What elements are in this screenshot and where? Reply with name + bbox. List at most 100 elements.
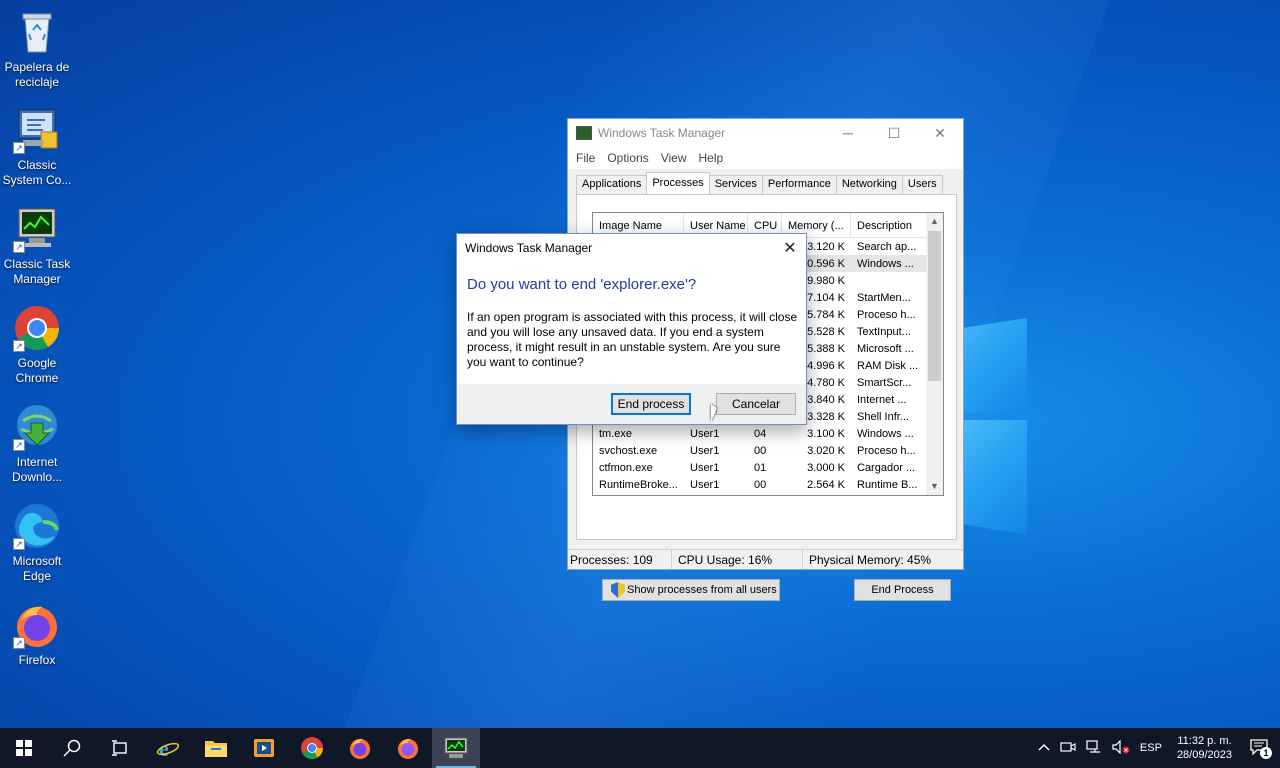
- table-row[interactable]: ctfmon.exe User1 01 3.000 K Cargador ...: [593, 459, 943, 476]
- uac-shield-icon: [611, 582, 625, 598]
- menu-options[interactable]: Options: [601, 151, 654, 165]
- table-row[interactable]: RuntimeBroke... User1 00 2.564 K Runtime B..…: [593, 476, 943, 493]
- cell-description: Microsoft ...: [857, 342, 914, 355]
- menu-bar: File Options View Help: [568, 147, 963, 169]
- cell-description: Proceso h...: [857, 444, 916, 457]
- taskbar-file-explorer[interactable]: [192, 728, 240, 768]
- internet-explorer-icon: e: [156, 736, 180, 760]
- cancel-button[interactable]: Cancelar: [716, 393, 796, 415]
- end-process-button[interactable]: End Process: [854, 579, 951, 601]
- scroll-up-icon[interactable]: ▲: [926, 213, 943, 230]
- tab-performance[interactable]: Performance: [761, 175, 837, 194]
- show-all-processes-button[interactable]: Show processes from all users: [602, 579, 780, 601]
- tray-language[interactable]: ESP: [1135, 742, 1167, 754]
- desktop-icon-label: Firefox: [18, 653, 56, 667]
- table-row[interactable]: tm.exe User1 04 3.100 K Windows ...: [593, 425, 943, 442]
- taskbar-firefox-2[interactable]: [384, 728, 432, 768]
- cell-description: Runtime B...: [857, 478, 918, 491]
- desktop-icon-firefox[interactable]: ↗ Firefox: [2, 601, 72, 668]
- tab-applications[interactable]: Applications: [576, 175, 648, 194]
- cell-image-name: tm.exe: [599, 427, 633, 440]
- tray-meet-now[interactable]: [1055, 740, 1081, 757]
- task-manager-icon: [576, 126, 592, 140]
- end-process-dialog: Windows Task Manager ✕ Do you want to en…: [456, 233, 807, 425]
- end-process-confirm-button[interactable]: End process: [611, 393, 691, 415]
- taskbar-internet-explorer[interactable]: e: [144, 728, 192, 768]
- tab-processes[interactable]: Processes: [646, 172, 710, 194]
- status-processes: Processes: 109: [568, 550, 672, 569]
- desktop-icon-classic-system-control[interactable]: ↗ Classic System Co...: [2, 106, 72, 188]
- close-button[interactable]: ✕: [917, 119, 963, 147]
- show-hidden-icons-button[interactable]: [1033, 742, 1055, 754]
- idm-icon: ↗: [13, 403, 61, 451]
- cell-description: Search ap...: [857, 240, 917, 253]
- menu-file[interactable]: File: [570, 151, 601, 165]
- dialog-body: If an open program is associated with th…: [467, 310, 798, 369]
- dialog-heading: Do you want to end 'explorer.exe'?: [467, 276, 697, 293]
- cell-description: SmartScr...: [857, 376, 912, 389]
- window-title: Windows Task Manager: [598, 126, 726, 140]
- table-row[interactable]: svchost.exe User1 00 3.020 K Proceso h...: [593, 442, 943, 459]
- task-view-button[interactable]: [96, 728, 144, 768]
- volume-muted-icon: [1112, 739, 1130, 754]
- task-manager-icon: [444, 737, 468, 758]
- cell-cpu: 00: [754, 478, 767, 491]
- process-list-scrollbar[interactable]: ▲ ▼: [926, 213, 943, 495]
- control-panel-icon: ↗: [13, 106, 61, 154]
- dialog-close-icon[interactable]: ✕: [774, 238, 806, 258]
- menu-view[interactable]: View: [655, 151, 693, 165]
- desktop-icon-internet-download-manager[interactable]: ↗ Internet Downlo...: [2, 403, 72, 485]
- desktop-icon-label: Internet Downlo...: [11, 455, 63, 484]
- cell-user-name: User1: [690, 444, 720, 457]
- window-titlebar[interactable]: Windows Task Manager ─ ☐ ✕: [568, 119, 963, 147]
- cell-description: Proceso h...: [857, 308, 916, 321]
- scroll-down-icon[interactable]: ▼: [926, 478, 943, 495]
- start-button[interactable]: [0, 728, 48, 768]
- desktop-icon-label: Classic Task Manager: [3, 257, 71, 286]
- taskbar-media-player[interactable]: [240, 728, 288, 768]
- desktop-icon-label: Papelera de reciclaje: [4, 60, 70, 89]
- tray-volume[interactable]: [1107, 739, 1135, 757]
- desktop-icon-google-chrome[interactable]: ↗ Google Chrome: [2, 304, 72, 386]
- taskbar-chrome[interactable]: [288, 728, 336, 768]
- desktop-icon-label: Classic System Co...: [2, 158, 72, 187]
- folder-icon: [205, 741, 227, 757]
- firefox-icon: [350, 738, 370, 759]
- cell-user-name: User1: [690, 461, 720, 474]
- desktop-icon-classic-task-manager[interactable]: ↗ Classic Task Manager: [2, 205, 72, 287]
- maximize-button[interactable]: ☐: [871, 119, 917, 147]
- minimize-button[interactable]: ─: [825, 119, 871, 147]
- clock-date: 28/09/2023: [1176, 749, 1232, 761]
- menu-help[interactable]: Help: [693, 151, 730, 165]
- status-bar: Processes: 109 CPU Usage: 16% Physical M…: [568, 549, 963, 569]
- taskbar-firefox-1[interactable]: [336, 728, 384, 768]
- cell-cpu: 01: [754, 461, 767, 474]
- system-tray: ESP 11:32 p. m. 28/09/2023 1: [1033, 728, 1280, 768]
- cell-cpu: 00: [754, 444, 767, 457]
- tab-users[interactable]: Users: [901, 175, 943, 194]
- media-player-icon: [254, 739, 274, 757]
- tab-networking[interactable]: Networking: [835, 175, 903, 194]
- tray-network[interactable]: [1081, 739, 1107, 757]
- desktop-icon-label: Microsoft Edge: [12, 554, 62, 583]
- action-center-button[interactable]: 1: [1242, 738, 1280, 759]
- notification-count-badge: 1: [1260, 746, 1272, 759]
- tab-services[interactable]: Services: [708, 175, 763, 194]
- scroll-thumb[interactable]: [928, 231, 941, 381]
- taskbar-task-manager[interactable]: [432, 728, 480, 768]
- minimize-icon: ─: [843, 125, 853, 141]
- desktop-icon-microsoft-edge[interactable]: ↗ Microsoft Edge: [2, 502, 72, 584]
- recycle-bin-icon: [13, 8, 61, 56]
- status-physical-memory: Physical Memory: 45%: [809, 553, 932, 567]
- cell-cpu: 04: [754, 427, 767, 440]
- search-button[interactable]: [48, 728, 96, 768]
- desktop-icon-recycle-bin[interactable]: Papelera de reciclaje: [2, 8, 72, 90]
- tray-clock[interactable]: 11:32 p. m. 28/09/2023: [1167, 734, 1242, 762]
- show-all-label: Show processes from all users: [627, 584, 777, 596]
- cell-memory: 3.020 K: [807, 444, 845, 457]
- cell-user-name: User1: [690, 478, 720, 491]
- close-icon: ✕: [934, 124, 946, 141]
- cell-memory: 3.000 K: [807, 461, 845, 474]
- column-description[interactable]: Description: [851, 213, 927, 237]
- dialog-titlebar[interactable]: Windows Task Manager ✕: [457, 234, 806, 262]
